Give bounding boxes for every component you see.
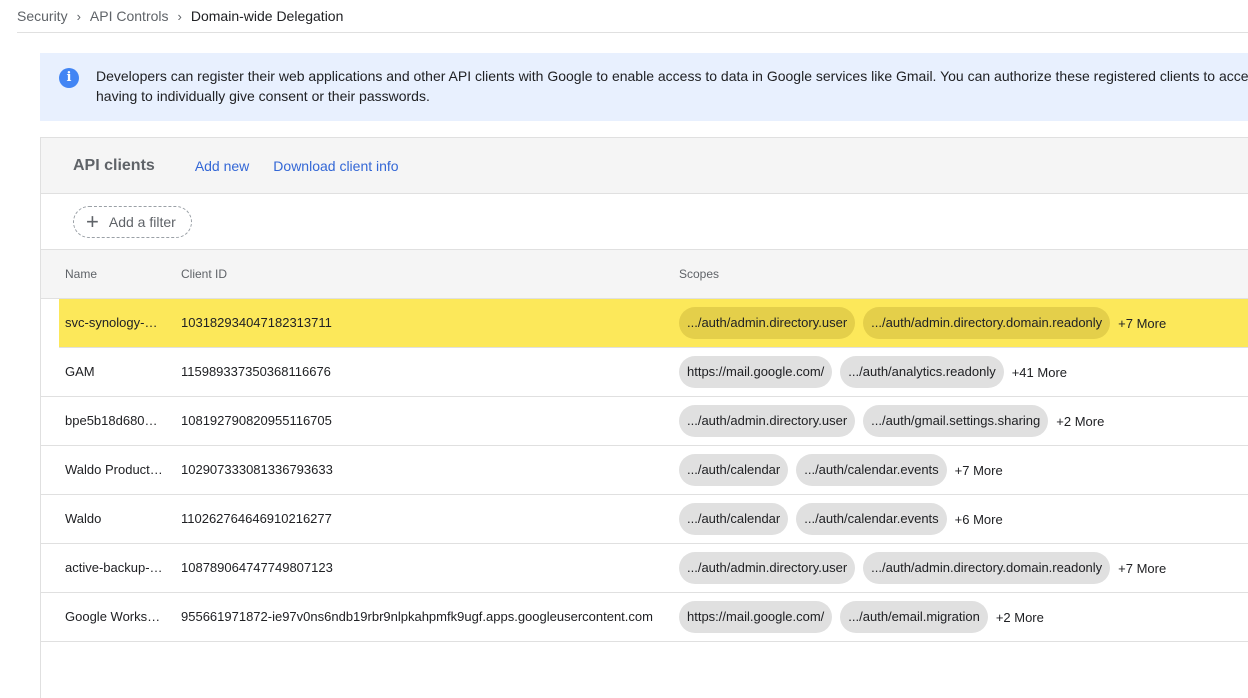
panel-header: API clients Add new Download client info <box>41 138 1248 194</box>
chevron-right-icon: › <box>76 8 81 24</box>
client-id: 115989337350368116676 <box>181 364 331 379</box>
scope-chip: .../auth/admin.directory.domain.readonly <box>863 552 1111 584</box>
client-name[interactable]: Waldo Product… <box>65 462 163 477</box>
column-header-scopes[interactable]: Scopes <box>679 267 719 281</box>
table-row[interactable]: bpe5b18d6807… 108192790820955116705 .../au… <box>41 397 1248 446</box>
scope-chip: https://mail.google.com/ <box>679 356 833 388</box>
table-row[interactable]: Waldo 110262764646910216277 .../auth/calen… <box>41 495 1248 544</box>
client-name[interactable]: svc-synology-b… <box>65 315 163 330</box>
more-scopes-link[interactable]: +6 More <box>955 512 1003 527</box>
table-row[interactable]: GAM 115989337350368116676 https://mail.goo… <box>41 348 1248 397</box>
table-row[interactable]: Waldo Product… 102907333081336793633 .../a… <box>41 446 1248 495</box>
breadcrumb-current: Domain-wide Delegation <box>190 8 344 24</box>
client-id: 110262764646910216277 <box>181 511 332 526</box>
more-scopes-link[interactable]: +7 More <box>1118 316 1166 331</box>
client-name[interactable]: GAM <box>65 364 163 379</box>
column-header-client-id[interactable]: Client ID <box>181 267 227 281</box>
client-id: 108192790820955116705 <box>181 413 332 428</box>
scope-chip: .../auth/email.migration <box>840 601 988 633</box>
scope-chip: .../auth/gmail.settings.sharing <box>863 405 1049 437</box>
scope-chip: .../auth/admin.directory.user <box>679 405 856 437</box>
add-new-link[interactable]: Add new <box>195 158 249 174</box>
info-banner-text: Developers can register their web applic… <box>96 68 1248 104</box>
scope-chip: .../auth/calendar.events <box>796 454 947 486</box>
table-row[interactable]: Google Works… 955661971872-ie97v0ns6ndb19… <box>41 593 1248 642</box>
breadcrumb: Security › API Controls › Domain-wide De… <box>17 0 1248 33</box>
scope-chip: .../auth/calendar <box>679 454 789 486</box>
more-scopes-link[interactable]: +7 More <box>955 463 1003 478</box>
table-body: svc-synology-b… 103182934047182313711 .../… <box>41 299 1248 642</box>
scope-chip: .../auth/admin.directory.user <box>679 307 856 339</box>
table-row[interactable]: svc-synology-b… 103182934047182313711 .../… <box>59 299 1248 348</box>
table-row[interactable]: active-backup-… 108789064747749807123 .../… <box>41 544 1248 593</box>
scopes-cell: https://mail.google.com/.../auth/email.m… <box>679 601 1044 633</box>
add-filter-label: Add a filter <box>108 213 176 230</box>
client-name[interactable]: Waldo <box>65 511 163 526</box>
scopes-cell: .../auth/calendar .../auth/calendar.event… <box>679 503 1003 535</box>
client-name[interactable]: active-backup-… <box>65 560 163 575</box>
client-id: 102907333081336793633 <box>181 462 333 477</box>
client-id: 108789064747749807123 <box>181 560 333 575</box>
info-banner: i Developers can register their web appl… <box>40 53 1248 121</box>
scope-chip: .../auth/calendar.events <box>796 503 947 535</box>
scopes-cell: .../auth/admin.directory.user .../auth/ad… <box>679 552 1166 584</box>
scope-chip: .../auth/admin.directory.user <box>679 552 856 584</box>
breadcrumb-security[interactable]: Security <box>17 8 68 24</box>
more-scopes-link[interactable]: +2 More <box>996 610 1044 625</box>
client-name[interactable]: bpe5b18d6807… <box>65 413 163 428</box>
breadcrumb-api-controls[interactable]: API Controls <box>90 8 169 24</box>
api-clients-panel: API clients Add new Download client info… <box>40 137 1248 698</box>
client-name[interactable]: Google Works… <box>65 609 163 624</box>
scope-chip: .../auth/calendar <box>679 503 789 535</box>
scope-chip: .../auth/admin.directory.domain.readonly <box>863 307 1111 339</box>
plus-icon: + <box>86 208 99 234</box>
scopes-cell: .../auth/calendar .../auth/calendar.event… <box>679 454 1003 486</box>
table-header: Name Client ID Scopes <box>41 250 1248 299</box>
scopes-cell: https://mail.google.com/.../auth/analyti… <box>679 356 1067 388</box>
more-scopes-link[interactable]: +2 More <box>1056 414 1104 429</box>
scopes-cell: .../auth/admin.directory.user .../auth/gm… <box>679 405 1104 437</box>
scope-chip: https://mail.google.com/ <box>679 601 833 633</box>
panel-title: API clients <box>73 156 155 174</box>
chevron-right-icon: › <box>177 8 182 24</box>
client-id: 103182934047182313711 <box>181 315 332 330</box>
add-filter-button[interactable]: + Add a filter <box>73 205 192 238</box>
more-scopes-link[interactable]: +41 More <box>1012 365 1067 380</box>
filter-bar: + Add a filter <box>41 194 1248 250</box>
scope-chip: .../auth/analytics.readonly <box>840 356 1004 388</box>
more-scopes-link[interactable]: +7 More <box>1118 561 1166 576</box>
column-header-name[interactable]: Name <box>65 267 97 281</box>
client-id: 955661971872-ie97v0ns6ndb19rbr9nlpkahpmf… <box>181 609 653 624</box>
download-client-info-link[interactable]: Download client info <box>273 158 398 174</box>
info-icon: i <box>59 68 79 88</box>
scopes-cell: .../auth/admin.directory.user .../auth/ad… <box>679 307 1166 339</box>
